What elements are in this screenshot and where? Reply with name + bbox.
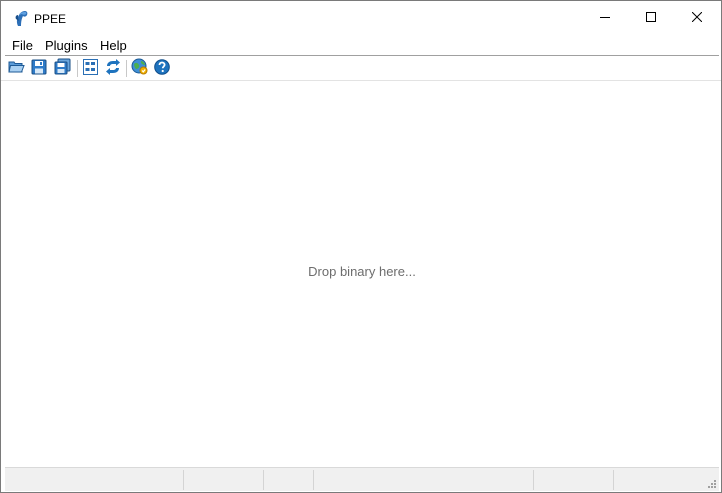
toolbar-separator [126, 60, 127, 77]
close-icon [691, 11, 703, 25]
save-icon [31, 59, 47, 78]
toolbar [1, 56, 721, 81]
hex-view-icon [82, 58, 98, 78]
web-lookup-icon [131, 58, 148, 78]
open-file-button[interactable] [7, 59, 25, 77]
window-title: PPEE [34, 12, 67, 26]
menu-file[interactable]: File [12, 37, 33, 54]
save-all-icon [54, 58, 71, 78]
menu-help[interactable]: Help [100, 37, 127, 54]
resize-grip-icon[interactable] [706, 478, 717, 489]
ppee-app-icon [13, 10, 29, 27]
minimize-button[interactable] [582, 1, 628, 35]
status-bar [5, 467, 719, 491]
refresh-icon [105, 58, 121, 78]
menu-bar: File Plugins Help [1, 35, 721, 55]
drop-hint-text: Drop binary here... [308, 264, 416, 279]
toolbar-separator [77, 60, 78, 77]
status-pane [614, 470, 704, 490]
open-folder-icon [7, 59, 25, 77]
help-icon [154, 58, 170, 78]
save-button[interactable] [30, 59, 48, 77]
save-all-button[interactable] [53, 58, 71, 78]
maximize-button[interactable] [628, 1, 674, 35]
menu-plugins[interactable]: Plugins [45, 37, 88, 54]
app-window: PPEE File Plugins Help Drop binary here.… [0, 0, 722, 493]
hex-view-button[interactable] [81, 58, 99, 78]
status-pane [5, 470, 184, 490]
status-pane [264, 470, 314, 490]
minimize-icon [600, 11, 610, 25]
close-button[interactable] [674, 1, 720, 35]
title-bar[interactable]: PPEE [1, 1, 721, 35]
drop-area[interactable]: Drop binary here... [5, 82, 719, 465]
help-button[interactable] [153, 58, 171, 78]
status-pane [314, 470, 534, 490]
web-lookup-button[interactable] [130, 58, 148, 78]
refresh-button[interactable] [104, 58, 122, 78]
maximize-icon [646, 11, 656, 25]
status-pane [534, 470, 614, 490]
status-pane [184, 470, 264, 490]
